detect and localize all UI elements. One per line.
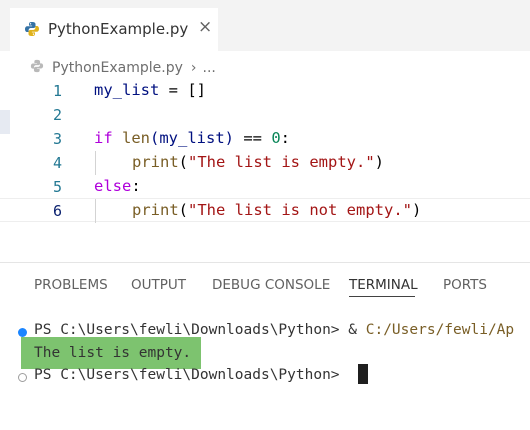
tab-output[interactable]: OUTPUT (131, 277, 186, 293)
code-token: : (131, 177, 141, 195)
terminal-prompt: PS C:\Users\fewli\Downloads\Python> (34, 367, 349, 383)
python-icon (30, 59, 44, 77)
code-token: = (159, 81, 188, 99)
code-token: print (132, 153, 179, 171)
code-token: ( (178, 201, 189, 219)
code-token: if (94, 129, 122, 147)
line-number: 1 (52, 82, 62, 100)
editor-tab-bar: PythonExample.py × (0, 0, 530, 51)
indent-guide (95, 151, 96, 175)
terminal-prompt: PS C:\Users\fewli\Downloads\Python> & (34, 322, 366, 338)
tab-terminal[interactable]: TERMINAL (349, 277, 418, 293)
tab-problems[interactable]: PROBLEMS (34, 277, 108, 293)
code-line: 1 my_list = [] (0, 79, 530, 103)
code-line-current: 6 print("The list is not empty.") (0, 198, 530, 223)
code-token: my_list (94, 81, 160, 99)
code-token: 0 (271, 129, 281, 147)
code-line: 5 else: (0, 175, 530, 199)
line-number: 4 (52, 154, 62, 172)
indent-guide (95, 199, 96, 223)
terminal-cursor (358, 364, 368, 384)
terminal-line: PS C:\Users\fewli\Downloads\Python> (0, 366, 340, 388)
tab-ports[interactable]: PORTS (443, 277, 487, 293)
terminal-output: The list is empty. (34, 345, 192, 361)
chevron-right-icon: › (190, 60, 197, 76)
code-token: ) (411, 201, 422, 219)
code-token: : (280, 129, 291, 147)
close-icon[interactable]: × (198, 19, 212, 36)
breadcrumb-more[interactable]: ... (203, 60, 216, 76)
code-line: 3 if len(my_list) == 0: (0, 127, 530, 151)
code-token: [] (187, 81, 206, 99)
line-number: 3 (52, 130, 62, 148)
breadcrumb-file[interactable]: PythonExample.py (52, 60, 183, 76)
command-decoration-icon[interactable] (18, 328, 27, 337)
code-token: else (94, 177, 132, 195)
code-token: "The list is not empty." (188, 201, 412, 219)
code-token: (my_list) (150, 129, 234, 147)
panel-tab-bar: PROBLEMS OUTPUT DEBUG CONSOLE TERMINAL P… (0, 263, 530, 305)
command-decoration-icon[interactable] (18, 373, 27, 382)
tab-label: PythonExample.py (48, 20, 189, 38)
terminal-command-path: C:/Users/fewli/Ap (365, 322, 515, 338)
code-token: == (234, 129, 272, 147)
active-tab-indicator (349, 296, 415, 297)
line-number: 2 (52, 106, 62, 124)
editor-tab-python-example[interactable]: PythonExample.py × (10, 8, 218, 51)
tab-debug-console[interactable]: DEBUG CONSOLE (212, 277, 330, 293)
python-icon (24, 21, 40, 41)
code-token: print (132, 201, 179, 219)
line-number: 5 (52, 178, 62, 196)
code-line: 4 print("The list is empty.") (0, 151, 530, 175)
code-token: ) (374, 153, 384, 171)
code-line: 2 (0, 103, 530, 127)
code-editor[interactable]: 1 my_list = [] 2 3 if len(my_list) == 0:… (0, 78, 530, 253)
code-token: len (122, 129, 150, 147)
code-token: ( (178, 153, 189, 171)
line-number: 6 (52, 202, 62, 220)
breadcrumb: PythonExample.py › ... (30, 58, 216, 78)
terminal-line: PS C:\Users\fewli\Downloads\Python> & C:… (0, 321, 514, 343)
code-token: "The list is empty." (188, 153, 375, 171)
terminal[interactable]: PS C:\Users\fewli\Downloads\Python> & C:… (0, 318, 530, 410)
